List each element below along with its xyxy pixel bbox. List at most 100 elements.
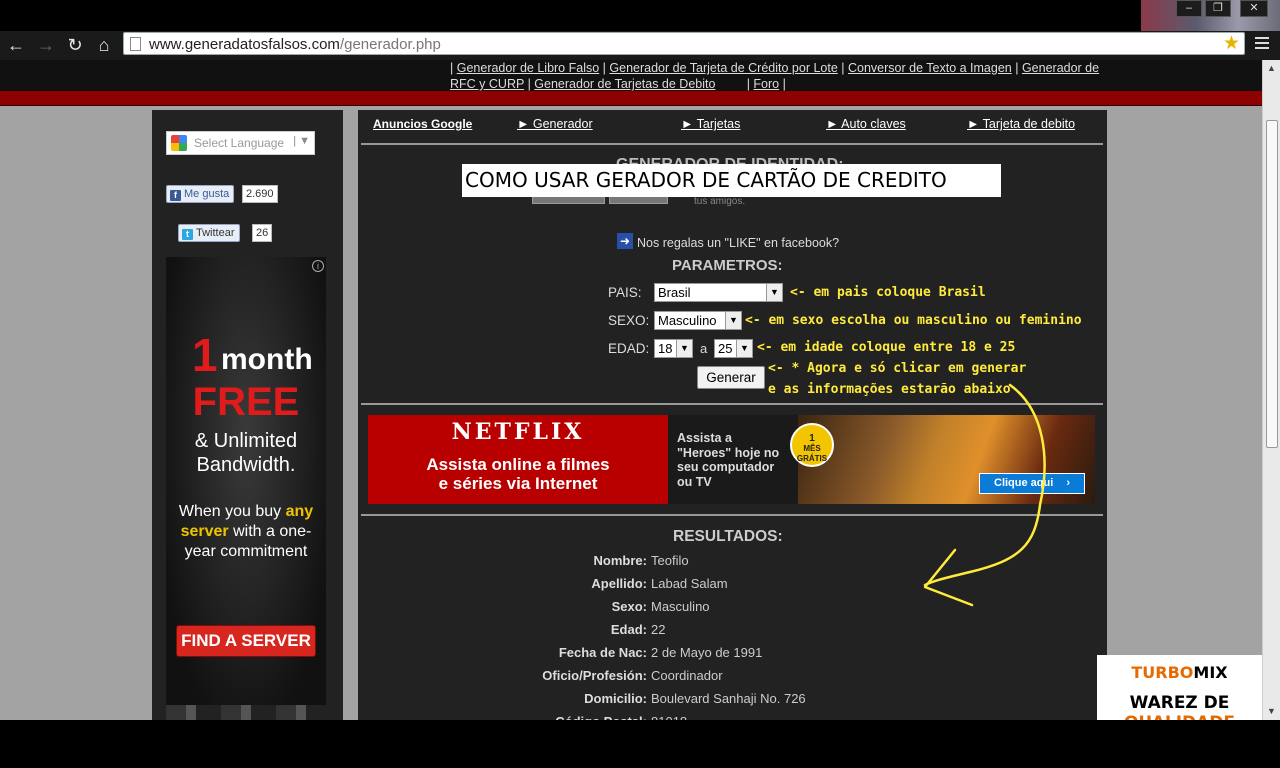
google-ads-link[interactable]: Anuncios Google: [373, 117, 472, 131]
watermark-warez: WAREZ DE: [1129, 693, 1230, 713]
pais-value: Brasil: [658, 285, 691, 300]
result-value: 22: [651, 622, 666, 637]
netflix-ad-subtext-2: "Heroes" hoje no: [677, 445, 780, 460]
menu-icon[interactable]: [1252, 34, 1272, 54]
ad-server: server: [180, 523, 229, 540]
generar-button[interactable]: Generar: [697, 366, 765, 389]
result-value: Masculino: [651, 599, 710, 614]
result-row: Apellido: Labad Salam: [358, 576, 1107, 596]
pais-note: <- em pais coloque Brasil: [790, 285, 986, 300]
turbomix-watermark: TURBOMIX WAREZ DE QUALIDADE: [1097, 655, 1262, 733]
badge-gratis: GRÁTIS: [796, 454, 828, 463]
link-tarjetas-debito[interactable]: Generador de Tarjetas de Debito: [534, 77, 715, 91]
scroll-down-arrow-icon[interactable]: ▼: [1263, 703, 1280, 720]
netflix-ad-subtext-4: ou TV: [677, 474, 712, 489]
browser-titlebar: – ❐ ✕: [0, 0, 1280, 31]
result-label: Nombre:: [593, 553, 647, 568]
edad-to-select[interactable]: 25 ▼: [714, 339, 753, 358]
nav-tarjetas[interactable]: ► Tarjetas: [681, 117, 740, 131]
top-links-bar: | Generador de Libro Falso | Generador d…: [0, 60, 1262, 91]
result-row: Oficio/Profesión: Coordinador: [358, 668, 1107, 688]
watermark-turbo: TURBO: [1131, 663, 1194, 682]
twitter-bird-icon: t: [182, 229, 193, 240]
like-label: Me gusta: [184, 188, 230, 200]
address-bar[interactable]: www.generadatosfalsos.com/generador.php …: [123, 32, 1245, 55]
edad-note: <- em idade coloque entre 18 e 25: [757, 340, 1016, 355]
back-arrow-icon[interactable]: ←: [5, 34, 27, 56]
scroll-up-arrow-icon[interactable]: ▲: [1263, 60, 1280, 77]
edad-from-select[interactable]: 18 ▼: [654, 339, 693, 358]
facebook-like-prompt[interactable]: Nos regalas un "LIKE" en facebook?: [637, 236, 839, 250]
language-select[interactable]: Select Language | ▼: [166, 131, 315, 155]
url-text[interactable]: www.generadatosfalsos.com/generador.php: [149, 36, 441, 53]
maximize-button[interactable]: ❐: [1205, 0, 1231, 17]
link-conversor[interactable]: Conversor de Texto a Imagen: [848, 61, 1012, 75]
language-select-label: Select Language: [194, 136, 285, 150]
result-row: Fecha de Nac: 2 de Mayo de 1991: [358, 645, 1107, 665]
screenshot-root: – ❐ ✕ ← → ↻ ⌂ www.generadatosfalsos.com/…: [0, 0, 1280, 768]
main-nav: Anuncios Google ► Generador ► Tarjetas ►…: [358, 110, 1107, 140]
badge-number: 1: [809, 433, 815, 444]
arrow-right-icon: ➜: [617, 233, 633, 249]
netflix-cta-label: Clique aqui: [994, 477, 1054, 489]
nav-tarjeta-debito[interactable]: ► Tarjeta de debito: [967, 117, 1075, 131]
pais-select[interactable]: Brasil ▼: [654, 283, 783, 302]
find-server-button[interactable]: FIND A SERVER: [176, 625, 316, 657]
close-window-button[interactable]: ✕: [1240, 0, 1268, 17]
netflix-ad-banner[interactable]: NETFLIX Assista online a filmes e séries…: [368, 415, 1095, 504]
scroll-thumb[interactable]: [1266, 120, 1278, 448]
ad-info-icon[interactable]: i: [312, 260, 324, 272]
ad-commitment: year commitment: [184, 543, 308, 560]
result-row: Sexo: Masculino: [358, 599, 1107, 619]
divider: [361, 514, 1103, 516]
bookmark-star-icon[interactable]: ★: [1223, 33, 1240, 54]
badge-mes: MÊS: [803, 444, 821, 453]
result-row: Domicilio: Boulevard Sanhaji No. 726: [358, 691, 1107, 711]
page-icon: [130, 37, 141, 51]
url-path: /generador.php: [339, 36, 441, 53]
facebook-icon: f: [170, 190, 181, 201]
top-links: | Generador de Libro Falso | Generador d…: [450, 61, 1100, 91]
red-divider-bar: [0, 91, 1262, 106]
link-foro[interactable]: Foro: [753, 77, 779, 91]
sidebar: Select Language | ▼ f Me gusta 2.690 t Twi…: [152, 110, 343, 720]
result-label: Oficio/Profesión:: [542, 668, 647, 683]
like-count: 2.690: [242, 185, 278, 203]
google-logo-icon: [171, 135, 187, 151]
generate-note-line1: <- * Agora e só clicar em generar: [768, 361, 1027, 376]
tweet-button[interactable]: t Twittear: [178, 224, 240, 242]
link-tarjeta-lote[interactable]: Generador de Tarjeta de Crédito por Lote: [609, 61, 837, 75]
generate-note-line2: e as informações estarão abaixo: [768, 382, 1011, 397]
ad-offer-text: When you buy any server with a one- year…: [166, 502, 326, 562]
ad-free: FREE: [192, 380, 300, 424]
result-row: Nombre: Teofilo: [358, 553, 1107, 573]
result-value: Labad Salam: [651, 576, 728, 591]
result-row: Edad: 22: [358, 622, 1107, 642]
netflix-ad-line1: Assista online a filmes: [426, 455, 610, 474]
result-label: Fecha de Nac:: [558, 645, 647, 660]
chevron-down-icon: ▼: [676, 340, 692, 357]
netflix-ad-subtext-3: seu computador: [677, 460, 775, 474]
nav-auto-claves[interactable]: ► Auto claves: [826, 117, 906, 131]
reload-icon[interactable]: ↻: [64, 34, 86, 56]
ad-when-text: When you buy: [178, 503, 282, 520]
netflix-ad-subtext-1: Assista a: [677, 431, 732, 445]
result-value: Boulevard Sanhaji No. 726: [651, 691, 806, 706]
sexo-select[interactable]: Masculino ▼: [654, 311, 742, 330]
url-host: www.generadatosfalsos.com: [149, 36, 340, 53]
netflix-ad-subtext: Assista a "Heroes" hoje no seu computado…: [677, 431, 779, 489]
chevron-right-icon: ›: [1066, 477, 1071, 489]
netflix-cta-button[interactable]: Clique aqui ›: [979, 473, 1085, 494]
divider: [361, 403, 1103, 405]
minimize-button[interactable]: –: [1176, 0, 1202, 17]
netflix-ad-left: NETFLIX Assista online a filmes e séries…: [368, 415, 668, 504]
forward-arrow-icon[interactable]: →: [35, 34, 57, 56]
page-scrollbar[interactable]: ▲ ▼: [1262, 60, 1280, 720]
nav-generador[interactable]: ► Generador: [517, 117, 593, 131]
home-icon[interactable]: ⌂: [93, 34, 115, 56]
hosting-ad-banner[interactable]: i 1 month FREE & Unlimited Bandwidth. Wh…: [166, 257, 326, 707]
link-libro-falso[interactable]: Generador de Libro Falso: [457, 61, 599, 75]
facebook-like-button[interactable]: f Me gusta: [166, 185, 235, 203]
tweet-label: Twittear: [196, 227, 235, 239]
ad-with-text: with a one-: [233, 523, 312, 540]
